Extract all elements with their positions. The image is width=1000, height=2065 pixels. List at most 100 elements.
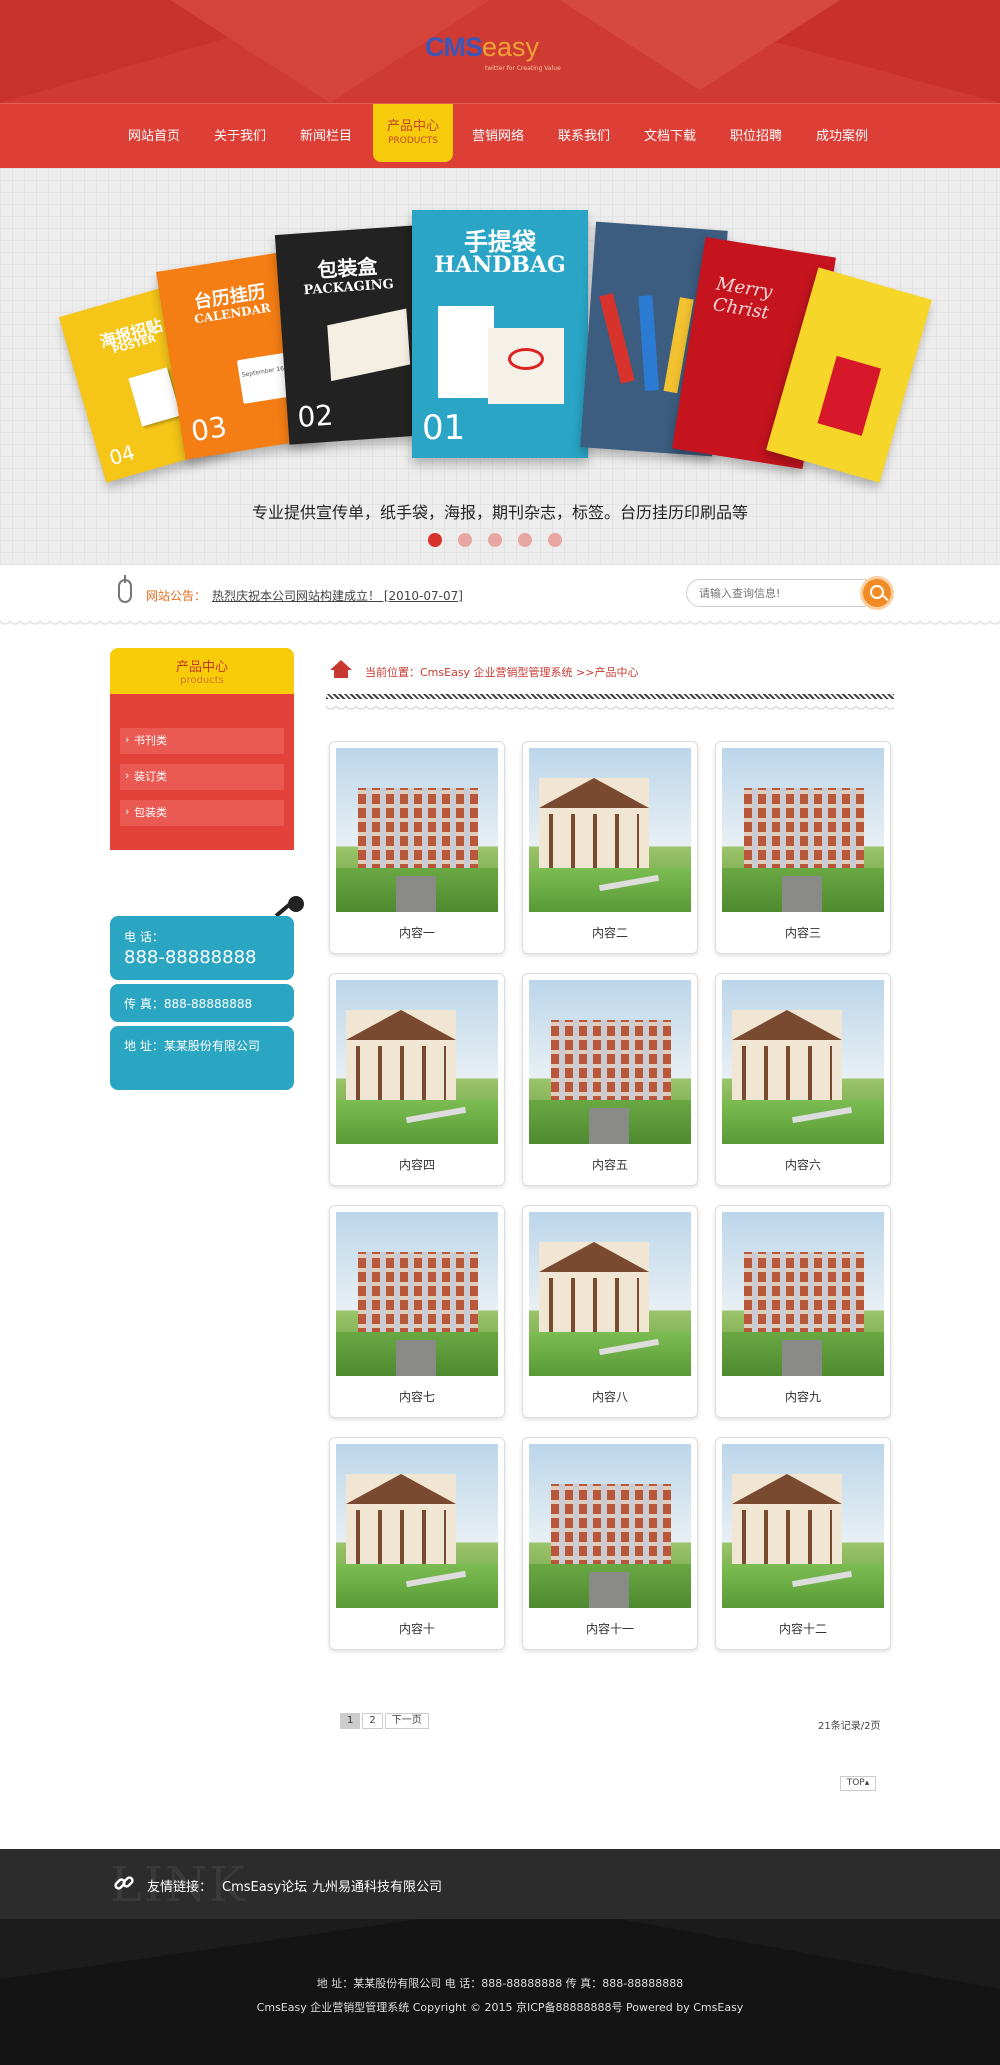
site-logo[interactable]: CMSeasy twitter for Creating Value — [425, 32, 575, 78]
product-image[interactable] — [336, 980, 498, 1144]
page-1[interactable]: 1 — [340, 1713, 361, 1729]
card-poster-num: 04 — [106, 440, 138, 471]
contact-fax: 传 真：888-88888888 — [110, 984, 294, 1022]
product-image[interactable] — [336, 1444, 498, 1608]
contact-tel-label: 电 话： — [124, 930, 164, 944]
product-image[interactable] — [529, 748, 691, 912]
contact-tel-number: 888-88888888 — [124, 947, 257, 968]
contact-fax-text: 传 真：888-88888888 — [124, 997, 253, 1011]
logo-easy: easy — [482, 32, 540, 62]
slider-dot-3[interactable] — [488, 533, 502, 547]
product-card[interactable]: 内容十二 — [715, 1437, 891, 1650]
product-name[interactable]: 内容五 — [523, 1156, 697, 1173]
sidebar-menu: 书刊类 装订类 包装类 — [110, 694, 294, 850]
notice-bar: 网站公告： 热烈庆祝本公司网站构建成立！ [2010-07-07] — [0, 565, 1000, 627]
product-image[interactable] — [722, 1444, 884, 1608]
divider-rope — [326, 694, 894, 699]
card-handbag-en: HANDBAG — [434, 252, 566, 278]
product-card[interactable]: 内容十 — [329, 1437, 505, 1650]
contact-address-text: 地 址：某某股份有限公司 — [124, 1039, 260, 1053]
link-icon — [114, 1876, 134, 1890]
notice-text[interactable]: 热烈庆祝本公司网站构建成立！ [2010-07-07] — [212, 587, 463, 604]
product-name[interactable]: 内容八 — [523, 1388, 697, 1405]
nav-item-download[interactable]: 文档下载 — [634, 104, 706, 169]
card-calendar-num: 03 — [188, 410, 230, 449]
sidebar-item-books[interactable]: 书刊类 — [120, 727, 284, 754]
product-name[interactable]: 内容十二 — [716, 1620, 890, 1637]
nav-item-contact[interactable]: 联系我们 — [548, 104, 620, 169]
product-name[interactable]: 内容七 — [330, 1388, 504, 1405]
nav-item-news[interactable]: 新闻栏目 — [290, 104, 362, 169]
banner-slider[interactable]: 海报招贴 POSTER 04 台历挂历 CALENDAR September 1… — [0, 168, 1000, 565]
product-image[interactable] — [722, 1212, 884, 1376]
nav-item-about[interactable]: 关于我们 — [204, 104, 276, 169]
link-cmseasy-forum[interactable]: CmsEasy论坛 — [222, 1876, 307, 1895]
divider — [0, 620, 1000, 628]
product-card[interactable]: 内容八 — [522, 1205, 698, 1418]
product-card[interactable]: 内容十一 — [522, 1437, 698, 1650]
product-image[interactable] — [529, 1444, 691, 1608]
banner-card-packaging: 包装盒 PACKAGING 02 — [274, 225, 430, 445]
contact-tel: 电 话： 888-88888888 — [110, 916, 294, 980]
sidebar-title: 产品中心 — [175, 660, 228, 675]
slider-dot-4[interactable] — [518, 533, 532, 547]
search-button[interactable] — [860, 576, 894, 610]
sidebar-item-binding[interactable]: 装订类 — [120, 763, 284, 790]
product-name[interactable]: 内容九 — [716, 1388, 890, 1405]
pagination: 1 2 下一页 — [340, 1713, 431, 1729]
product-card[interactable]: 内容七 — [329, 1205, 505, 1418]
card-handbag-num: 01 — [422, 408, 466, 448]
product-card[interactable]: 内容一 — [329, 741, 505, 954]
product-card[interactable]: 内容五 — [522, 973, 698, 1186]
page-2[interactable]: 2 — [362, 1713, 383, 1729]
nav-active-label: 产品中心 — [386, 119, 439, 134]
sidebar-subtitle: products — [180, 675, 224, 686]
logo-cms: CMS — [425, 32, 483, 62]
slider-dot-2[interactable] — [458, 533, 472, 547]
back-to-top-button[interactable]: TOP▴ — [840, 1776, 876, 1791]
record-total: 21条记录/2页 — [818, 1721, 881, 1732]
sidebar-item-packaging[interactable]: 包装类 — [120, 799, 284, 826]
product-name[interactable]: 内容十 — [330, 1620, 504, 1637]
product-name[interactable]: 内容二 — [523, 924, 697, 941]
product-card[interactable]: 内容二 — [522, 741, 698, 954]
product-card[interactable]: 内容四 — [329, 973, 505, 1186]
main-nav: 网站首页 关于我们 新闻栏目 产品中心 PRODUCTS 营销网络 联系我们 文… — [0, 103, 1000, 168]
slider-dots — [428, 533, 578, 549]
product-image[interactable] — [722, 748, 884, 912]
product-image[interactable] — [529, 980, 691, 1144]
search-input[interactable] — [686, 579, 866, 607]
slider-dot-1[interactable] — [428, 533, 442, 547]
card-packaging-num: 02 — [296, 398, 335, 434]
nav-item-jobs[interactable]: 职位招聘 — [720, 104, 792, 169]
pin-icon — [288, 896, 304, 912]
back-to-top-label: TOP — [846, 1778, 865, 1788]
nav-item-network[interactable]: 营销网络 — [462, 104, 534, 169]
breadcrumb: 当前位置：CmsEasy 企业营销型管理系统 >>产品中心 — [365, 666, 639, 679]
link-jiuzhou[interactable]: 九州易通科技有限公司 — [312, 1876, 442, 1895]
product-name[interactable]: 内容一 — [330, 924, 504, 941]
product-image[interactable] — [336, 1212, 498, 1376]
product-name[interactable]: 内容六 — [716, 1156, 890, 1173]
product-card[interactable]: 内容九 — [715, 1205, 891, 1418]
sidebar-header: 产品中心 products — [110, 648, 294, 694]
slider-dot-5[interactable] — [548, 533, 562, 547]
next-page-button[interactable]: 下一页 — [384, 1713, 429, 1729]
home-icon — [330, 660, 352, 678]
product-image[interactable] — [722, 980, 884, 1144]
product-card[interactable]: 内容六 — [715, 973, 891, 1186]
header: CMSeasy twitter for Creating Value — [0, 0, 1000, 103]
notice-label: 网站公告： — [146, 589, 207, 603]
footer-contact: 地 址：某某股份有限公司 电 话：888-88888888 传 真：888-88… — [316, 1977, 684, 1990]
product-name[interactable]: 内容十一 — [523, 1620, 697, 1637]
divider-wave — [326, 705, 894, 713]
nav-item-products[interactable]: 产品中心 PRODUCTS — [373, 104, 453, 162]
nav-item-home[interactable]: 网站首页 — [118, 104, 190, 169]
product-name[interactable]: 内容三 — [716, 924, 890, 941]
product-card[interactable]: 内容三 — [715, 741, 891, 954]
product-image[interactable] — [529, 1212, 691, 1376]
banner-card-handbag: 手提袋 HANDBAG 01 — [412, 210, 588, 458]
product-image[interactable] — [336, 748, 498, 912]
product-name[interactable]: 内容四 — [330, 1156, 504, 1173]
nav-item-cases[interactable]: 成功案例 — [806, 104, 878, 169]
